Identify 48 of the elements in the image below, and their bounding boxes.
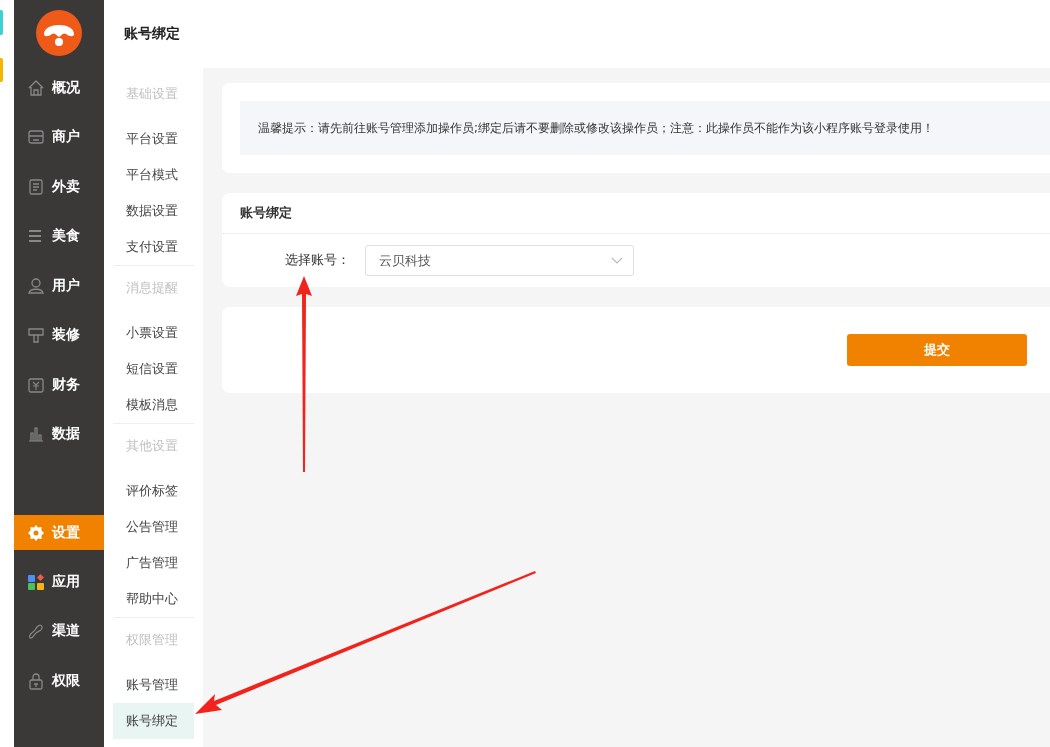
home-icon: [27, 78, 45, 97]
nav-item[interactable]: 用户: [14, 261, 104, 311]
logo-icon: [36, 10, 82, 56]
link-icon: [27, 622, 45, 641]
nav-item[interactable]: 装修: [14, 310, 104, 360]
submenu-item[interactable]: 广告管理: [113, 545, 194, 581]
submenu-heading: 权限管理: [125, 631, 179, 649]
nav-item[interactable]: 权限: [14, 656, 104, 706]
submenu-item[interactable]: 小票设置: [113, 315, 194, 351]
notice-text: 温馨提示：请先前往账号管理添加操作员;绑定后请不要删除或修改该操作员；注意：此操作员不能作为该小程序账号登录使用！: [240, 101, 1050, 155]
nav-item[interactable]: 商户: [14, 112, 104, 162]
bar-chart-icon: [27, 425, 45, 444]
edge-tab[interactable]: [0, 58, 3, 82]
document-icon: [27, 177, 45, 196]
submenu-item[interactable]: 平台设置: [113, 121, 194, 157]
user-icon: [27, 276, 45, 295]
account-select[interactable]: 云贝科技: [365, 245, 634, 276]
submenu-item[interactable]: 数据设置: [113, 193, 194, 229]
field-label: 选择账号：: [284, 252, 350, 269]
submenu-item[interactable]: 公告管理: [113, 509, 194, 545]
submenu-item[interactable]: 评价标签: [113, 473, 194, 509]
page-title: 账号绑定: [124, 25, 180, 43]
submenu-item[interactable]: 模板消息: [113, 387, 194, 423]
edge-tab[interactable]: [0, 10, 3, 35]
submenu-heading: 基础设置: [125, 85, 179, 103]
submenu-item[interactable]: 账号管理: [113, 667, 194, 703]
nav-item[interactable]: 数据: [14, 409, 104, 459]
submenu-heading: 其他设置: [125, 437, 179, 455]
nav-item[interactable]: 美食: [14, 211, 104, 261]
submenu-item[interactable]: 短信设置: [113, 351, 194, 387]
submenu-item[interactable]: 帮助中心: [113, 581, 194, 617]
lock-icon: [27, 671, 45, 690]
nav-item[interactable]: 概况: [14, 63, 104, 113]
submenu-item[interactable]: 账号绑定: [113, 703, 194, 739]
store-icon: [27, 128, 45, 147]
submenu-heading: 消息提醒: [125, 279, 179, 297]
chevron-down-icon: [611, 256, 623, 265]
nav-item[interactable]: 应用: [14, 557, 104, 607]
nav-item[interactable]: 外卖: [14, 162, 104, 212]
nav-item[interactable]: 财务: [14, 360, 104, 410]
wallet-icon: [27, 375, 45, 394]
settings-icon: [27, 523, 45, 542]
apps-icon: [27, 572, 45, 591]
card-title: 账号绑定: [222, 193, 1050, 234]
submenu-item[interactable]: 平台模式: [113, 157, 194, 193]
submenu-item[interactable]: 支付设置: [113, 229, 194, 265]
nav-item[interactable]: 渠道: [14, 606, 104, 656]
brush-icon: [27, 326, 45, 345]
